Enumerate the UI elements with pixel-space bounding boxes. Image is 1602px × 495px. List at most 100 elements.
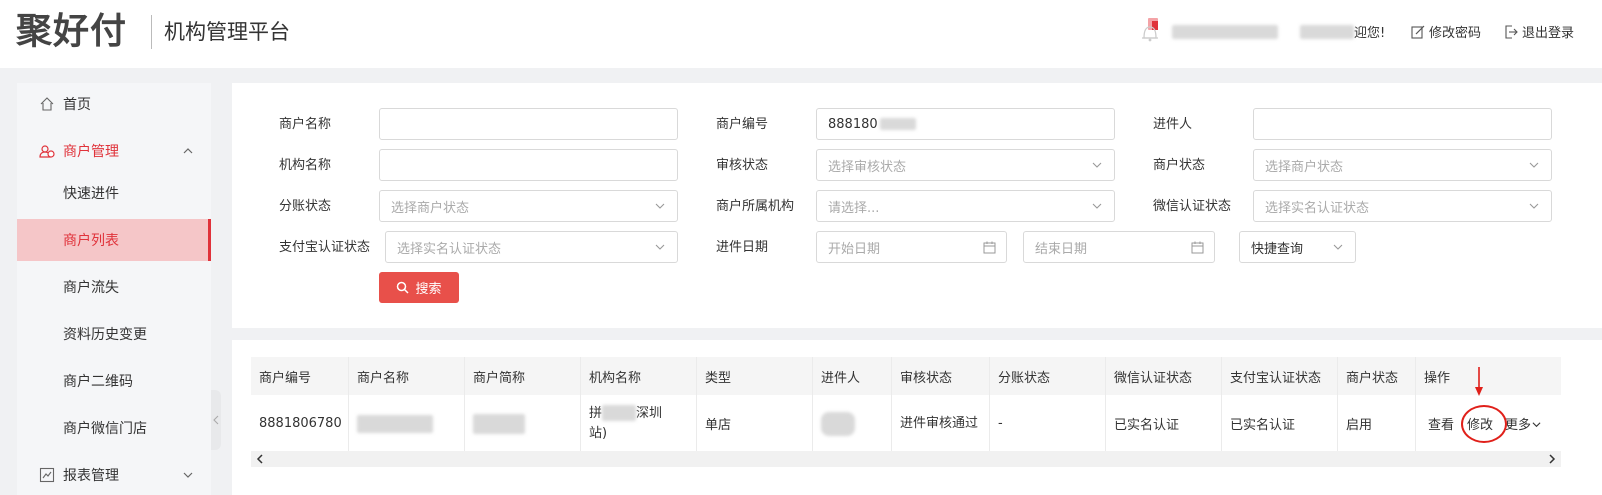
table-row[interactable]: 8881806780 拼深圳 站) 单店 进件审核通过 - 已实名认证 已实名认… bbox=[251, 395, 1561, 453]
calendar-icon bbox=[983, 241, 996, 254]
sidebar-item-label: 快速进件 bbox=[63, 186, 119, 202]
change-password-label: 修改密码 bbox=[1429, 26, 1482, 41]
sidebar-collapse-toggle[interactable] bbox=[211, 390, 221, 450]
user-name bbox=[1172, 25, 1278, 39]
scroll-left-icon[interactable] bbox=[255, 454, 265, 464]
alipay-status-select[interactable]: 选择实名认证状态 bbox=[385, 231, 678, 263]
logo: 聚好付 bbox=[16, 10, 127, 54]
org-name-suffix: 深圳 bbox=[636, 405, 663, 421]
cell-org-name: 拼 深圳 站) bbox=[581, 395, 697, 452]
search-panel: 商户名称 商户编号 888180 进件人 机构名称 审核状态 选择审核状态 商户… bbox=[232, 83, 1602, 328]
merchant-no-value: 888180 bbox=[828, 116, 878, 132]
chevron-down-icon bbox=[655, 244, 665, 250]
sidebar-item-merchant-churn[interactable]: 商户流失 bbox=[17, 266, 211, 308]
chevron-down-icon bbox=[655, 203, 665, 209]
merchant-status-label: 商户状态 bbox=[1153, 158, 1206, 173]
start-date-input[interactable]: 开始日期 bbox=[816, 231, 1007, 263]
logo-divider bbox=[151, 15, 152, 49]
merchant-org-label: 商户所属机构 bbox=[716, 199, 795, 214]
merchant-name-input[interactable] bbox=[379, 108, 678, 140]
sidebar-item-label: 商户二维码 bbox=[63, 374, 133, 390]
wechat-status-label: 微信认证状态 bbox=[1153, 199, 1232, 214]
cell-wechat-status: 已实名认证 bbox=[1106, 395, 1222, 452]
split-status-select[interactable]: 选择商户状态 bbox=[379, 190, 678, 222]
split-status-label: 分账状态 bbox=[279, 199, 332, 214]
audit-status-placeholder: 选择审核状态 bbox=[828, 159, 907, 175]
short-name-redacted bbox=[473, 413, 525, 434]
search-icon bbox=[397, 281, 410, 294]
chevron-down-icon bbox=[1092, 203, 1102, 209]
sidebar-item-merchant-list[interactable]: 商户列表 bbox=[17, 219, 211, 261]
scroll-right-icon[interactable] bbox=[1547, 454, 1557, 464]
sidebar-item-label: 商户微信门店 bbox=[63, 421, 147, 437]
table-panel: 商户编号 商户名称 商户简称 机构名称 类型 进件人 审核状态 分账状态 微信认… bbox=[232, 340, 1602, 495]
sidebar-item-home[interactable]: 首页 bbox=[17, 83, 211, 125]
sidebar-item-label: 报表管理 bbox=[63, 468, 119, 484]
quick-query-select[interactable]: 快捷查询 bbox=[1239, 231, 1356, 263]
table-header: 商户编号 商户名称 商户简称 机构名称 类型 进件人 审核状态 分账状态 微信认… bbox=[251, 357, 1561, 395]
submitter-input[interactable] bbox=[1253, 108, 1552, 140]
highlight-circle bbox=[1461, 405, 1507, 443]
merchant-status-placeholder: 选择商户状态 bbox=[1265, 159, 1344, 175]
merchant-no-input[interactable]: 888180 bbox=[816, 108, 1115, 140]
alipay-status-placeholder: 选择实名认证状态 bbox=[397, 241, 502, 257]
submit-date-label: 进件日期 bbox=[716, 240, 769, 255]
sidebar-item-merchant-management[interactable]: 商户管理 bbox=[17, 130, 211, 172]
sidebar-item-label: 商户列表 bbox=[63, 233, 119, 249]
sidebar-item-merchant-qrcode[interactable]: 商户二维码 bbox=[17, 360, 211, 402]
sidebar-item-history-changes[interactable]: 资料历史变更 bbox=[17, 313, 211, 355]
logout-label: 退出登录 bbox=[1522, 26, 1575, 41]
cell-audit-status: 进件审核通过 bbox=[892, 395, 990, 452]
merchant-org-select[interactable]: 请选择... bbox=[816, 190, 1115, 222]
merchant-no-label: 商户编号 bbox=[716, 117, 769, 132]
welcome-text: 迎您! bbox=[1354, 26, 1386, 41]
end-date-placeholder: 结束日期 bbox=[1035, 241, 1088, 257]
col-audit-status: 审核状态 bbox=[892, 357, 990, 395]
sidebar-item-label: 首页 bbox=[63, 97, 91, 113]
audit-status-label: 审核状态 bbox=[716, 158, 769, 173]
end-date-input[interactable]: 结束日期 bbox=[1023, 231, 1215, 263]
audit-status-select[interactable]: 选择审核状态 bbox=[816, 149, 1115, 181]
horizontal-scrollbar[interactable] bbox=[251, 451, 1561, 467]
view-link[interactable]: 查看 bbox=[1428, 414, 1454, 433]
bell-icon[interactable] bbox=[1140, 18, 1160, 42]
sidebar: 首页 商户管理 快速进件 商户列表 商户流失 资料历史变更 商户二维码 商户微信… bbox=[17, 83, 211, 495]
merchant-name-label: 商户名称 bbox=[279, 117, 332, 132]
change-password-link[interactable]: 修改密码 bbox=[1411, 22, 1481, 41]
calendar-icon bbox=[1191, 241, 1204, 254]
sidebar-item-label: 资料历史变更 bbox=[63, 327, 147, 343]
chevron-up-icon bbox=[183, 148, 193, 154]
submitter-redacted bbox=[821, 411, 855, 436]
wechat-status-placeholder: 选择实名认证状态 bbox=[1265, 200, 1370, 216]
wechat-status-select[interactable]: 选择实名认证状态 bbox=[1253, 190, 1552, 222]
merchant-status-select[interactable]: 选择商户状态 bbox=[1253, 149, 1552, 181]
cell-merchant-name bbox=[349, 395, 465, 452]
col-alipay-status: 支付宝认证状态 bbox=[1222, 357, 1338, 395]
org-name-input[interactable] bbox=[379, 149, 678, 181]
col-split-status: 分账状态 bbox=[990, 357, 1106, 395]
search-button[interactable]: 搜索 bbox=[379, 272, 459, 303]
chevron-left-icon bbox=[213, 415, 219, 425]
edit-icon bbox=[1411, 25, 1425, 39]
more-label: 更多 bbox=[1505, 418, 1532, 433]
chevron-down-icon bbox=[1529, 203, 1539, 209]
col-short-name: 商户简称 bbox=[465, 357, 581, 395]
merchant-name-redacted bbox=[357, 414, 433, 433]
quick-query-label: 快捷查询 bbox=[1251, 241, 1304, 257]
org-name-redacted bbox=[602, 405, 637, 421]
sidebar-item-reports[interactable]: 报表管理 bbox=[17, 454, 211, 495]
start-date-placeholder: 开始日期 bbox=[828, 241, 881, 257]
report-icon bbox=[39, 467, 55, 483]
alipay-status-label: 支付宝认证状态 bbox=[279, 240, 371, 255]
chevron-down-icon bbox=[1532, 422, 1541, 428]
cell-merchant-status: 启用 bbox=[1338, 395, 1416, 452]
logout-link[interactable]: 退出登录 bbox=[1504, 22, 1574, 41]
more-dropdown[interactable]: 更多 bbox=[1505, 414, 1541, 433]
cell-split-status: - bbox=[990, 395, 1106, 452]
submitter-label: 进件人 bbox=[1153, 117, 1193, 132]
sidebar-item-quick-onboard[interactable]: 快速进件 bbox=[17, 172, 211, 214]
col-merchant-name: 商户名称 bbox=[349, 357, 465, 395]
merchant-icon bbox=[39, 145, 55, 158]
cell-merchant-no: 8881806780 bbox=[251, 395, 349, 452]
sidebar-item-wechat-stores[interactable]: 商户微信门店 bbox=[17, 407, 211, 449]
